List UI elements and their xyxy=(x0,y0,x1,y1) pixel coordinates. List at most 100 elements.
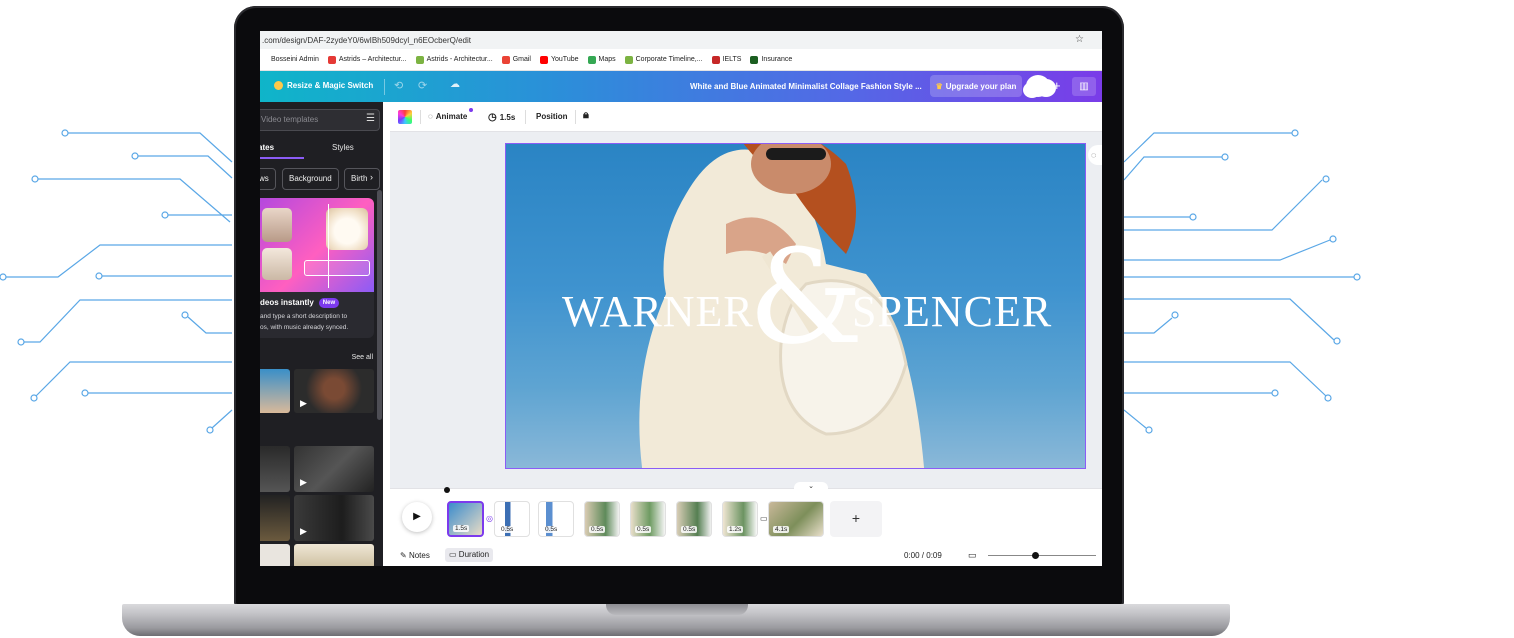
zoom-slider-knob[interactable] xyxy=(1032,552,1039,559)
bookmark-item[interactable]: Insurance xyxy=(750,55,793,64)
timeline-clip[interactable]: 0.5s xyxy=(584,501,620,537)
canvas-ampersand[interactable]: & xyxy=(748,232,864,362)
bookmark-item[interactable]: Bosseini Admin xyxy=(260,55,319,64)
cloud-save-icon[interactable]: ☁ xyxy=(450,79,460,90)
filter-icon[interactable]: ☰ xyxy=(366,113,375,124)
url-text: .com/design/DAF-2zydeY0/6wIBh509dcyl_n6E… xyxy=(262,35,471,45)
animate-label: Animate xyxy=(435,112,468,121)
add-clip-button[interactable]: + xyxy=(830,501,882,537)
divider xyxy=(575,110,576,124)
transition-icon[interactable]: ▭ xyxy=(760,514,768,523)
play-icon: ▶ xyxy=(300,526,307,536)
promo-card[interactable]: deos instantly New and type a short descr… xyxy=(260,198,374,338)
editor-top-bar: Resize & Magic Switch ⟲ ⟳ ☁ White and Bl… xyxy=(260,71,1102,102)
see-all-link[interactable]: See all xyxy=(352,354,373,361)
bookmark-item[interactable]: YouTube xyxy=(539,55,579,64)
position-label: Position xyxy=(536,112,568,121)
bookmark-label: Insurance xyxy=(761,56,793,63)
timeline-clip[interactable]: 0.5s xyxy=(538,501,574,537)
playhead-marker[interactable] xyxy=(444,487,450,493)
bookmark-item[interactable]: Corporate Timeline,... xyxy=(624,55,703,64)
templates-panel: Video templates ☰ ates Styles ws Backgro… xyxy=(260,102,383,566)
lock-icon[interactable]: 🔒︎ xyxy=(583,109,589,122)
template-thumbnail[interactable] xyxy=(260,544,290,566)
chevron-right-icon[interactable]: › xyxy=(370,172,373,182)
notification-dot xyxy=(469,108,473,112)
playhead-line xyxy=(328,204,329,288)
canvas-title-right[interactable]: SPENCER xyxy=(852,286,1052,337)
timing-label: 1.5s xyxy=(499,113,516,122)
clip-duration: 0.5s xyxy=(635,526,652,533)
timing-button[interactable]: ◷ 1.5s xyxy=(488,112,515,123)
bookmark-label: Maps xyxy=(598,56,616,63)
clip-duration: 0.5s xyxy=(543,526,560,533)
filter-chip-background[interactable]: Background xyxy=(282,168,339,190)
clip-duration: 0.5s xyxy=(589,526,606,533)
screen: .com/design/DAF-2zydeY0/6wIBh509dcyl_n6E… xyxy=(260,31,1102,566)
bookmark-label: IELTS xyxy=(722,56,742,63)
tab-templates[interactable]: ates xyxy=(260,143,274,152)
tab-styles[interactable]: Styles xyxy=(332,143,354,152)
upgrade-plan-button[interactable]: ♛ Upgrade your plan xyxy=(930,75,1022,97)
address-bar[interactable]: .com/design/DAF-2zydeY0/6wIBh509dcyl_n6E… xyxy=(260,31,1102,49)
insights-chart-icon[interactable]: ▥ xyxy=(1072,77,1096,96)
bookmark-icon xyxy=(587,55,596,64)
color-picker-icon[interactable] xyxy=(398,110,412,124)
filter-chip[interactable]: ws xyxy=(260,168,276,190)
timeline-clip[interactable]: 1.2s xyxy=(722,501,758,537)
play-icon: ▶ xyxy=(300,398,307,408)
timeline-clip[interactable]: 0.5s xyxy=(676,501,712,537)
undo-icon[interactable]: ⟲ xyxy=(394,79,403,92)
display-mode-icon[interactable]: ▭ xyxy=(968,550,977,561)
add-collaborator-button[interactable]: + xyxy=(1053,78,1061,93)
avatar[interactable] xyxy=(1026,75,1050,97)
clip-duration: 4.1s xyxy=(773,526,790,533)
chevron-down-icon[interactable]: ⌄ xyxy=(794,482,828,492)
sparkle-icon xyxy=(274,81,283,90)
duration-button[interactable]: ▭ Duration xyxy=(445,548,494,562)
filter-chip-birthday[interactable]: Birth xyxy=(344,168,381,190)
scrollbar[interactable] xyxy=(377,190,382,420)
bookmark-item[interactable]: Maps xyxy=(587,55,616,64)
transition-icon[interactable]: ◎ xyxy=(486,514,493,523)
duration-label: Duration xyxy=(458,550,490,559)
bookmark-item[interactable]: Astrids – Architectur... xyxy=(327,55,407,64)
template-thumbnail[interactable] xyxy=(260,369,290,413)
promo-title: deos instantly New xyxy=(260,298,340,308)
play-button[interactable]: ▶ xyxy=(402,502,432,532)
position-button[interactable]: Position xyxy=(536,112,568,121)
bookmark-star-icon[interactable]: ☆ xyxy=(1075,34,1084,45)
bookmark-item[interactable]: IELTS xyxy=(711,55,742,64)
laptop-notch xyxy=(606,604,748,615)
upgrade-label: Upgrade your plan xyxy=(945,81,1017,91)
template-thumbnail[interactable]: ▶ xyxy=(294,495,374,541)
notes-icon: ✎ xyxy=(400,551,407,560)
search-input[interactable]: Video templates xyxy=(260,109,380,131)
template-thumbnail[interactable] xyxy=(294,544,374,566)
resize-magic-switch-button[interactable]: Resize & Magic Switch xyxy=(274,81,373,90)
timeline-clip[interactable]: 1.5s xyxy=(447,501,484,537)
template-thumbnail[interactable]: ▶ xyxy=(294,369,374,413)
canvas-title-left[interactable]: WARNER xyxy=(562,286,754,337)
animate-button[interactable]: ◌ Animate xyxy=(428,112,467,121)
notes-button[interactable]: ✎ Notes xyxy=(400,551,430,560)
template-thumbnail[interactable] xyxy=(260,446,290,492)
comment-icon[interactable]: ◌ xyxy=(1088,145,1102,165)
bookmark-item[interactable]: Astrids - Architectur... xyxy=(415,55,493,64)
zoom-slider-track[interactable] xyxy=(988,555,1096,556)
dog-photo xyxy=(326,208,368,250)
clip-duration: 1.2s xyxy=(727,526,744,533)
document-title[interactable]: White and Blue Animated Minimalist Colla… xyxy=(690,82,922,91)
timeline-clip[interactable]: 0.5s xyxy=(494,501,530,537)
design-canvas[interactable]: WARNER & SPENCER xyxy=(505,143,1086,469)
bookmark-label: Corporate Timeline,... xyxy=(635,56,703,63)
timeline-clip[interactable]: 4.1s xyxy=(768,501,824,537)
clip-duration: 1.5s xyxy=(453,525,470,532)
template-thumbnail[interactable]: ▶ xyxy=(294,446,374,492)
bookmark-icon xyxy=(711,55,720,64)
promo-title-text: deos instantly xyxy=(260,298,314,308)
bookmark-item[interactable]: Gmail xyxy=(501,55,531,64)
timeline-clip[interactable]: 0.5s xyxy=(630,501,666,537)
template-thumbnail[interactable] xyxy=(260,495,290,541)
redo-icon[interactable]: ⟳ xyxy=(418,79,427,92)
